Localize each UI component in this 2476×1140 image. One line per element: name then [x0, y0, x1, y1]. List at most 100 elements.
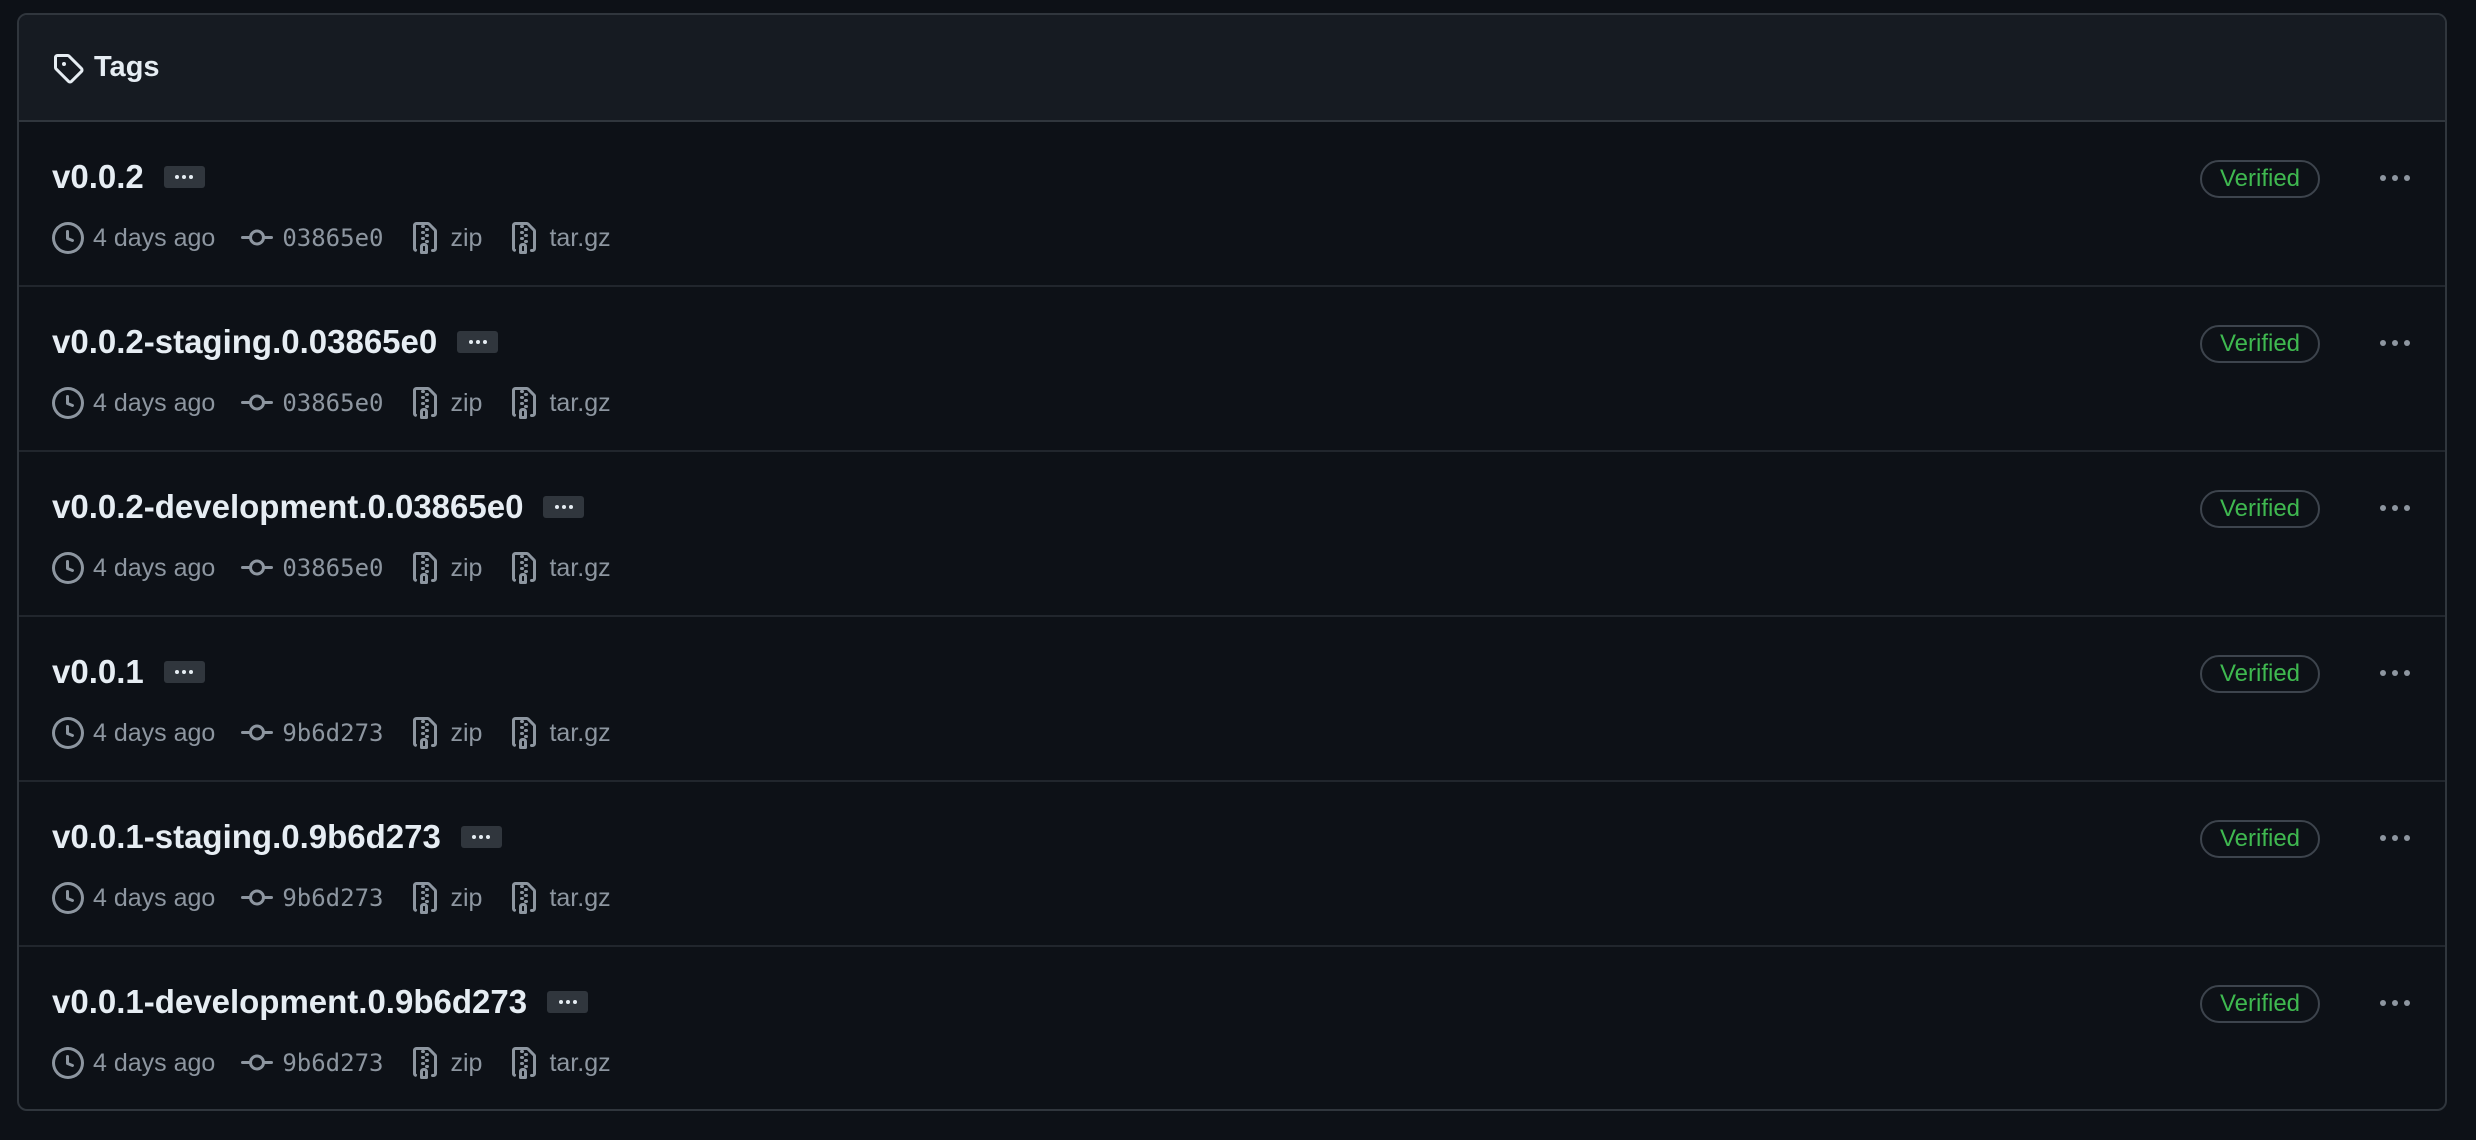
kebab-horizontal-icon[interactable] — [2373, 162, 2417, 194]
download-zip-label: zip — [450, 553, 483, 582]
page-title: Tags — [94, 51, 160, 83]
download-zip-link[interactable]: zip — [409, 387, 482, 419]
tag-title-line: v0.0.2 — [52, 156, 205, 198]
commit-link[interactable]: 03865e0 — [241, 222, 383, 254]
expand-message-button[interactable] — [543, 496, 585, 518]
clock-icon — [52, 552, 84, 584]
file-zip-icon — [512, 717, 537, 749]
file-zip-icon — [512, 552, 537, 584]
tag-icon — [52, 52, 84, 84]
expand-message-button[interactable] — [163, 166, 205, 188]
kebab-horizontal-icon[interactable] — [2373, 492, 2417, 524]
file-zip-icon — [512, 882, 537, 914]
tag-name-link[interactable]: v0.0.1-staging.0.9b6d273 — [52, 818, 441, 856]
download-targz-link[interactable]: tar.gz — [508, 1047, 611, 1079]
download-targz-label: tar.gz — [549, 883, 611, 912]
file-zip-icon — [413, 1047, 438, 1079]
tag-date: 4 days ago — [52, 552, 215, 584]
commit-sha: 03865e0 — [282, 554, 384, 582]
tag-name-link[interactable]: v0.0.2-staging.0.03865e0 — [52, 323, 437, 361]
tag-meta: 4 days ago 9b6d273 zip tar.gz — [52, 878, 637, 918]
download-zip-label: zip — [450, 223, 483, 252]
download-zip-link[interactable]: zip — [409, 882, 482, 914]
file-zip-icon — [512, 222, 537, 254]
tag-row: v0.0.1 4 days ago 9b6d273 zip tar.gz Ver… — [19, 617, 2445, 782]
commit-link[interactable]: 03865e0 — [241, 387, 383, 419]
tag-title-line: v0.0.2-staging.0.03865e0 — [52, 321, 499, 363]
git-commit-icon — [241, 889, 274, 906]
tag-meta: 4 days ago 03865e0 zip tar.gz — [52, 218, 637, 258]
download-targz-label: tar.gz — [549, 718, 611, 747]
kebab-horizontal-icon[interactable] — [2373, 822, 2417, 854]
tag-date: 4 days ago — [52, 717, 215, 749]
download-zip-label: zip — [450, 718, 483, 747]
download-targz-label: tar.gz — [549, 388, 611, 417]
download-targz-link[interactable]: tar.gz — [508, 552, 611, 584]
tag-date: 4 days ago — [52, 882, 215, 914]
tag-name-link[interactable]: v0.0.1-development.0.9b6d273 — [52, 983, 527, 1021]
tag-meta: 4 days ago 9b6d273 zip tar.gz — [52, 1043, 637, 1083]
tag-name-link[interactable]: v0.0.2-development.0.03865e0 — [52, 488, 523, 526]
expand-message-button[interactable] — [460, 826, 502, 848]
verified-badge[interactable]: Verified — [2200, 820, 2320, 858]
tag-meta: 4 days ago 9b6d273 zip tar.gz — [52, 713, 637, 753]
kebab-horizontal-icon[interactable] — [2373, 327, 2417, 359]
download-zip-link[interactable]: zip — [409, 222, 482, 254]
tag-title-line: v0.0.1-staging.0.9b6d273 — [52, 816, 502, 858]
tag-row: v0.0.2-development.0.03865e0 4 days ago … — [19, 452, 2445, 617]
clock-icon — [52, 1047, 84, 1079]
commit-link[interactable]: 9b6d273 — [241, 882, 383, 914]
git-commit-icon — [241, 229, 274, 246]
tag-title-line: v0.0.1-development.0.9b6d273 — [52, 981, 589, 1023]
download-zip-link[interactable]: zip — [409, 1047, 482, 1079]
file-zip-icon — [413, 552, 438, 584]
expand-message-button[interactable] — [457, 331, 499, 353]
file-zip-icon — [413, 387, 438, 419]
download-targz-label: tar.gz — [549, 553, 611, 582]
download-targz-link[interactable]: tar.gz — [508, 387, 611, 419]
kebab-horizontal-icon[interactable] — [2373, 987, 2417, 1019]
tag-meta: 4 days ago 03865e0 zip tar.gz — [52, 548, 637, 588]
tags-header: Tags — [19, 15, 2445, 122]
git-commit-icon — [241, 1054, 274, 1071]
verified-badge[interactable]: Verified — [2200, 160, 2320, 198]
kebab-horizontal-icon[interactable] — [2373, 657, 2417, 689]
download-zip-link[interactable]: zip — [409, 717, 482, 749]
commit-link[interactable]: 03865e0 — [241, 552, 383, 584]
tag-title-line: v0.0.2-development.0.03865e0 — [52, 486, 585, 528]
clock-icon — [52, 387, 84, 419]
download-targz-link[interactable]: tar.gz — [508, 717, 611, 749]
tag-title-line: v0.0.1 — [52, 651, 205, 693]
tag-date: 4 days ago — [52, 1047, 215, 1079]
download-targz-link[interactable]: tar.gz — [508, 222, 611, 254]
verified-badge[interactable]: Verified — [2200, 490, 2320, 528]
commit-link[interactable]: 9b6d273 — [241, 717, 383, 749]
file-zip-icon — [413, 222, 438, 254]
tag-date-text: 4 days ago — [93, 718, 216, 747]
expand-message-button[interactable] — [547, 991, 589, 1013]
git-commit-icon — [241, 394, 274, 411]
tag-date-text: 4 days ago — [93, 553, 216, 582]
clock-icon — [52, 882, 84, 914]
tag-list: v0.0.2 4 days ago 03865e0 zip tar.gz Ver… — [19, 122, 2445, 1109]
commit-sha: 9b6d273 — [282, 884, 384, 912]
download-zip-label: zip — [450, 883, 483, 912]
commit-link[interactable]: 9b6d273 — [241, 1047, 383, 1079]
file-zip-icon — [512, 1047, 537, 1079]
tag-name-link[interactable]: v0.0.2 — [52, 158, 144, 196]
download-targz-label: tar.gz — [549, 1048, 611, 1077]
tag-row: v0.0.2-staging.0.03865e0 4 days ago 0386… — [19, 287, 2445, 452]
tag-name-link[interactable]: v0.0.1 — [52, 653, 144, 691]
download-zip-link[interactable]: zip — [409, 552, 482, 584]
verified-badge[interactable]: Verified — [2200, 655, 2320, 693]
download-targz-label: tar.gz — [549, 223, 611, 252]
expand-message-button[interactable] — [163, 661, 205, 683]
verified-badge[interactable]: Verified — [2200, 985, 2320, 1023]
download-zip-label: zip — [450, 1048, 483, 1077]
tag-meta: 4 days ago 03865e0 zip tar.gz — [52, 383, 637, 423]
download-targz-link[interactable]: tar.gz — [508, 882, 611, 914]
tag-row: v0.0.1-development.0.9b6d273 4 days ago … — [19, 947, 2445, 1109]
clock-icon — [52, 717, 84, 749]
tag-date: 4 days ago — [52, 222, 215, 254]
verified-badge[interactable]: Verified — [2200, 325, 2320, 363]
